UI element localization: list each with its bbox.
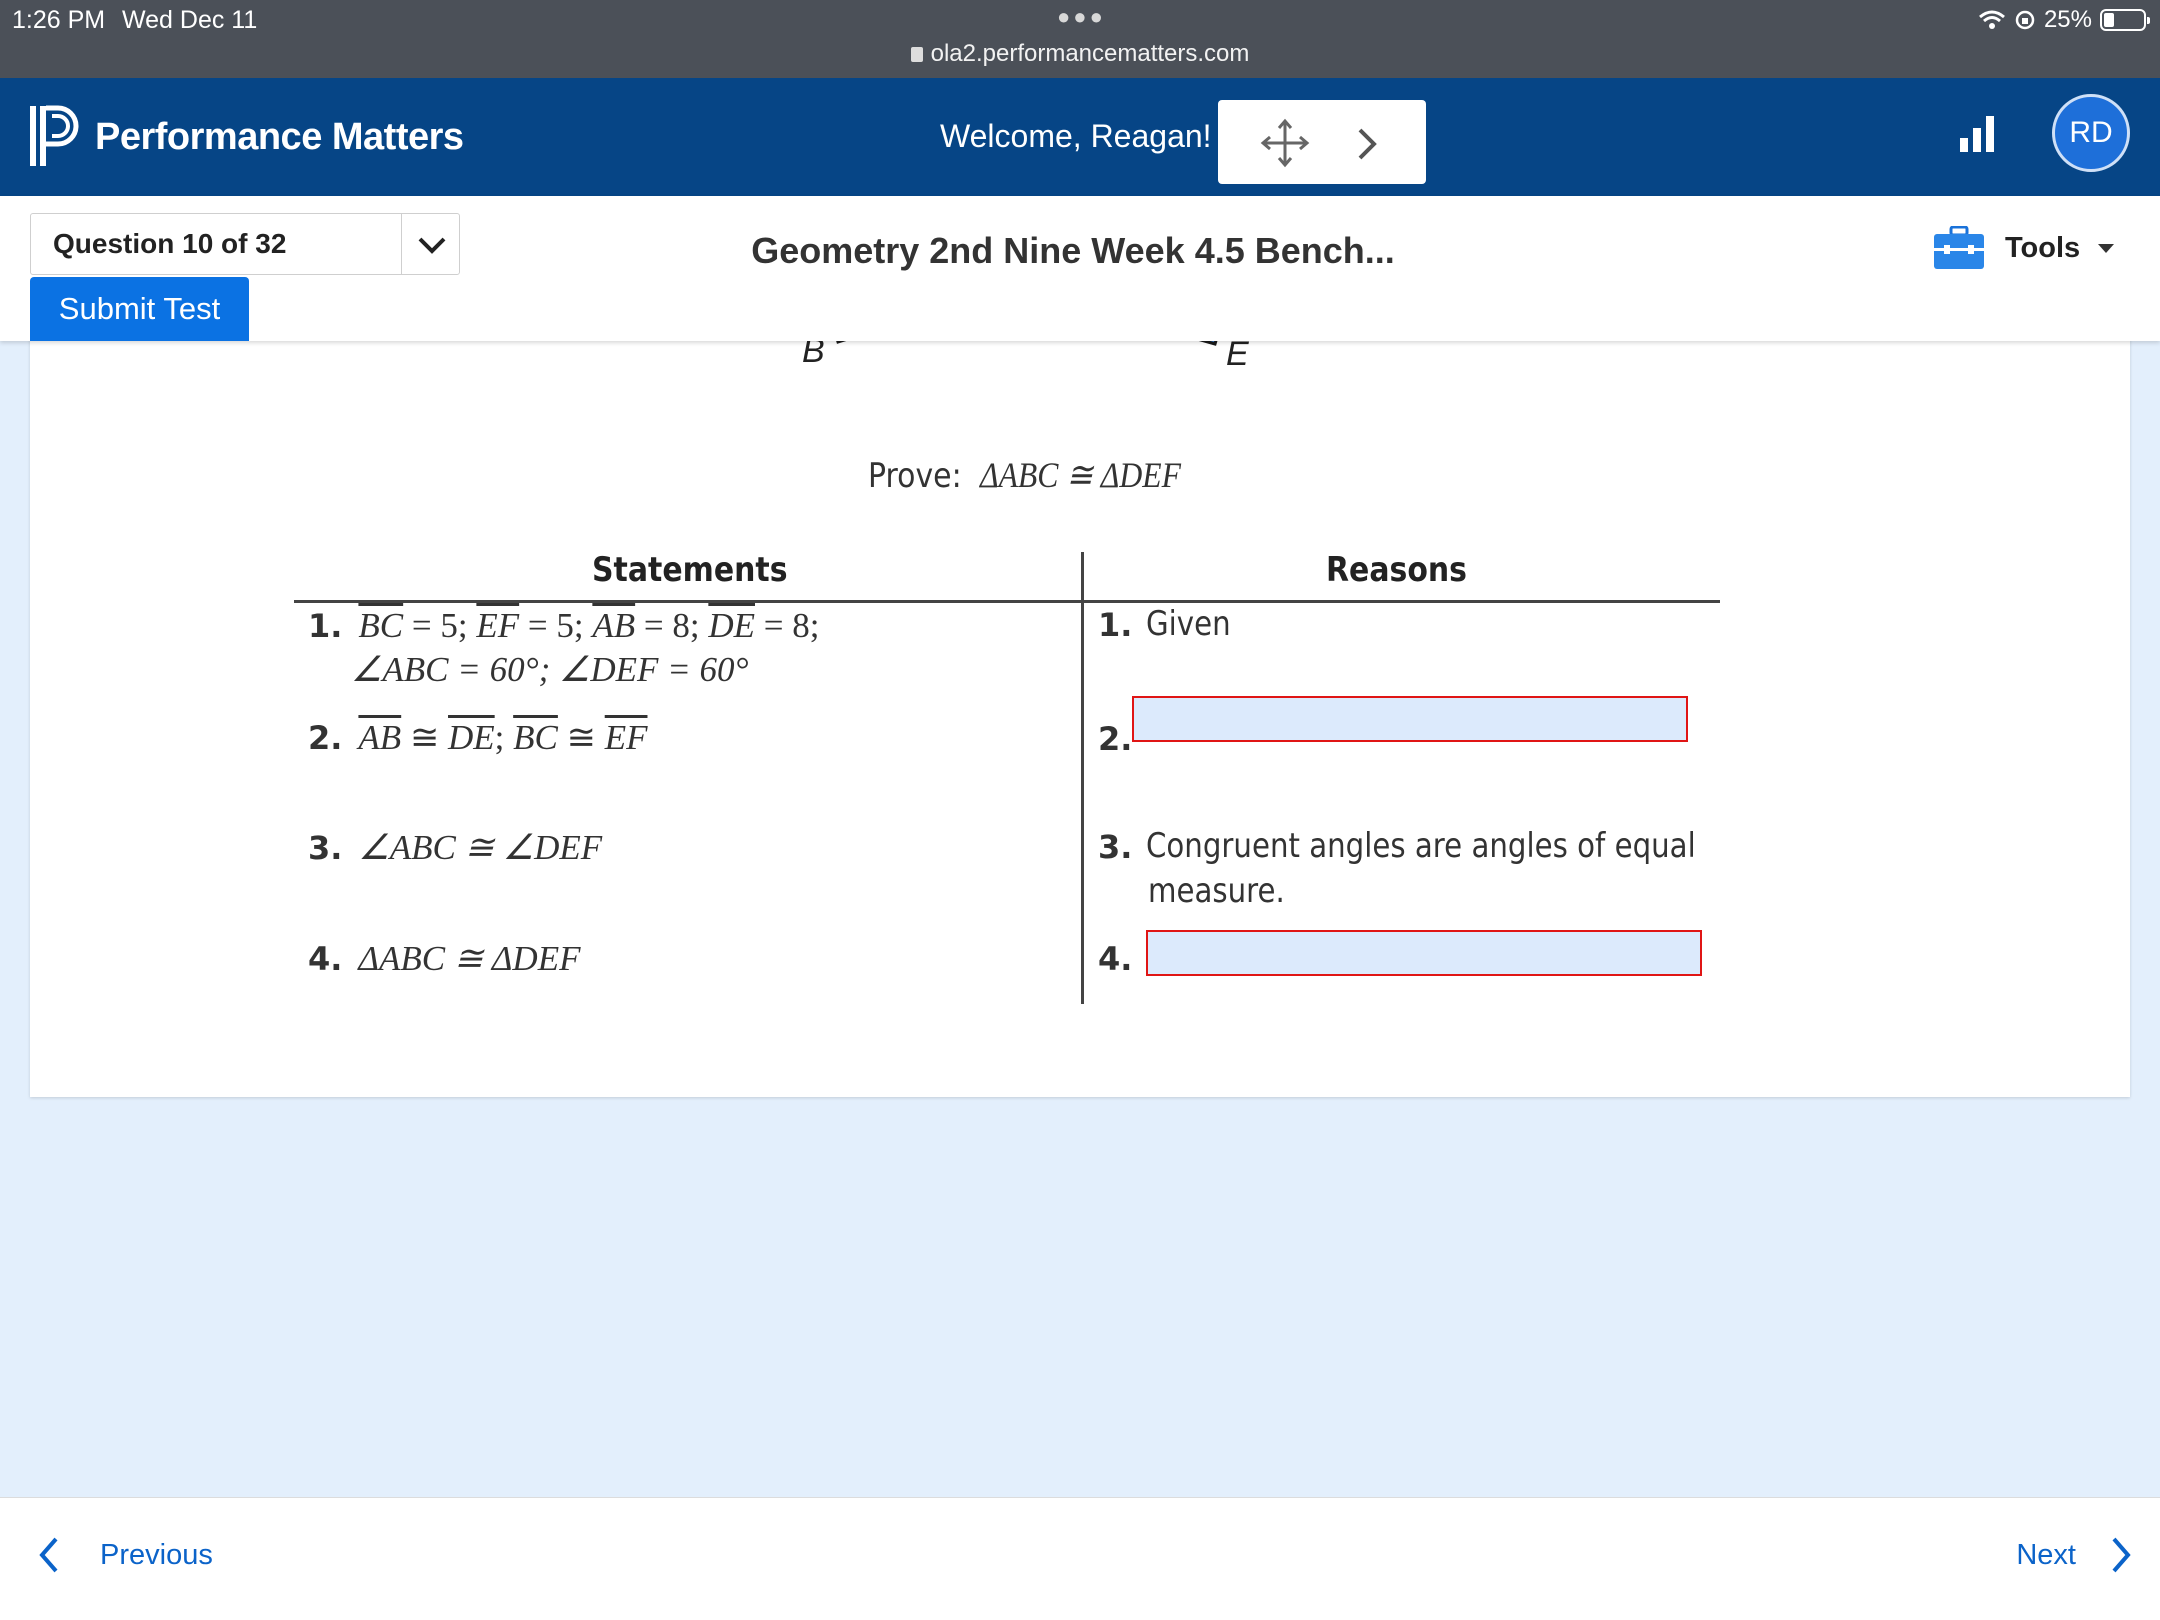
chevron-left-icon xyxy=(39,1537,58,1573)
next-button[interactable]: Next xyxy=(2016,1536,2132,1574)
table-column-divider xyxy=(1081,552,1084,1004)
reason-4-answer-dropzone[interactable] xyxy=(1146,930,1702,976)
statement-1-line-2: ∠ABC = 60°; ∠DEF = 60° xyxy=(351,650,749,690)
table-header-rule xyxy=(294,600,1720,603)
statement-text: = 8; xyxy=(635,606,709,645)
next-label: Next xyxy=(2016,1538,2076,1571)
test-title: Geometry 2nd Nine Week 4.5 Bench... xyxy=(751,230,1395,271)
url-text: ola2.performancematters.com xyxy=(930,40,1250,67)
status-date: Wed Dec 11 xyxy=(122,6,258,34)
statement-number: 1. xyxy=(308,607,343,645)
move-icon[interactable] xyxy=(1260,118,1310,168)
segment-ab: AB xyxy=(358,718,402,757)
prove-line: Prove: ΔABC ≅ ΔDEF xyxy=(868,454,1181,496)
stats-bars-icon[interactable] xyxy=(1958,114,1998,154)
question-card: B E Prove: ΔABC ≅ ΔDEF Statements Reason… xyxy=(30,320,2130,1097)
reason-3-number: 3. xyxy=(1098,828,1133,866)
previous-label: Previous xyxy=(100,1538,213,1571)
user-avatar[interactable]: RD xyxy=(2052,94,2130,172)
tools-label: Tools xyxy=(2005,231,2081,264)
reason-1-text: Given xyxy=(1146,604,1231,644)
previous-button[interactable]: Previous xyxy=(38,1536,213,1574)
brand-name: Performance Matters xyxy=(95,116,464,158)
segment-bc: BC xyxy=(513,718,558,757)
submit-test-button[interactable]: Submit Test xyxy=(30,277,249,341)
battery-percent: 25% xyxy=(2043,6,2092,33)
orientation-lock-icon xyxy=(2015,10,2035,30)
statement-number: 2. xyxy=(308,719,343,757)
wifi-icon xyxy=(1978,10,2005,29)
segment-ef: EF xyxy=(476,606,520,645)
status-time: 1:26 PM xyxy=(12,6,106,34)
statement-number: 4. xyxy=(308,940,343,978)
tools-menu[interactable]: Tools xyxy=(1933,226,2115,270)
toolbox-icon xyxy=(1934,226,1984,269)
segment-bc: BC xyxy=(358,606,404,645)
statement-text: ≅ xyxy=(557,718,605,757)
segment-ab: AB xyxy=(592,606,636,645)
app-header: Performance Matters Welcome, Reagan! RD xyxy=(0,78,2160,196)
battery-icon xyxy=(2100,9,2150,31)
statement-4: 4. ΔABC ≅ ΔDEF xyxy=(308,939,580,979)
reasons-header: Reasons xyxy=(1326,550,1468,590)
segment-de: DE xyxy=(708,606,755,645)
statement-text: ; xyxy=(494,718,514,757)
statement-text: = 5; xyxy=(519,606,593,645)
statements-header: Statements xyxy=(592,550,788,590)
reason-3-text: Congruent angles are angles of equal xyxy=(1146,826,1696,866)
prove-label: Prove: xyxy=(868,456,962,496)
statement-text: ≅ xyxy=(401,718,449,757)
test-toolbar: Question 10 of 32 Submit Test Geometry 2… xyxy=(0,196,2160,341)
reason-2-number: 2. xyxy=(1098,720,1133,758)
statement-3: 3. ∠ABC ≅ ∠DEF xyxy=(308,828,602,868)
statement-text: = 8; xyxy=(755,606,820,645)
reason-2-answer-dropzone[interactable] xyxy=(1132,696,1688,742)
statement-text: = 5; xyxy=(403,606,477,645)
device-status-bar: 1:26 PM Wed Dec 11 ●●● ola2.performancem… xyxy=(0,0,2160,78)
reason-3-text-line-2: measure. xyxy=(1148,871,1285,911)
statement-number: 3. xyxy=(308,829,343,867)
statement-text: ∠ABC = 60°; ∠DEF = 60° xyxy=(351,650,749,689)
lock-icon xyxy=(910,47,923,62)
chevron-right-icon xyxy=(2112,1537,2131,1573)
caret-down-icon xyxy=(2098,243,2115,253)
floating-nav-widget[interactable] xyxy=(1218,100,1426,184)
performance-matters-logo-icon[interactable] xyxy=(28,104,82,168)
statement-2: 2. AB ≅ DE; BC ≅ EF xyxy=(308,718,647,758)
segment-ef: EF xyxy=(604,718,648,757)
statement-1: 1. BC = 5; EF = 5; AB = 8; DE = 8; xyxy=(308,606,819,646)
question-navigation: Previous Next xyxy=(0,1497,2160,1620)
welcome-text: Welcome, Reagan! xyxy=(940,118,1212,154)
reason-4-number: 4. xyxy=(1098,940,1133,978)
status-right-group: 25% xyxy=(1978,6,2150,34)
battery-fill xyxy=(2104,13,2114,27)
chevron-right-icon[interactable] xyxy=(1354,126,1380,162)
prove-statement: ΔABC ≅ ΔDEF xyxy=(979,455,1181,495)
address-bar[interactable]: ola2.performancematters.com xyxy=(0,40,2160,68)
reason-1-number: 1. xyxy=(1098,606,1133,644)
more-dots-icon[interactable]: ●●● xyxy=(1057,4,1106,30)
segment-de: DE xyxy=(448,718,495,757)
statement-text: ∠ABC ≅ ∠DEF xyxy=(358,828,603,867)
statement-text: ΔABC ≅ ΔDEF xyxy=(358,939,581,978)
